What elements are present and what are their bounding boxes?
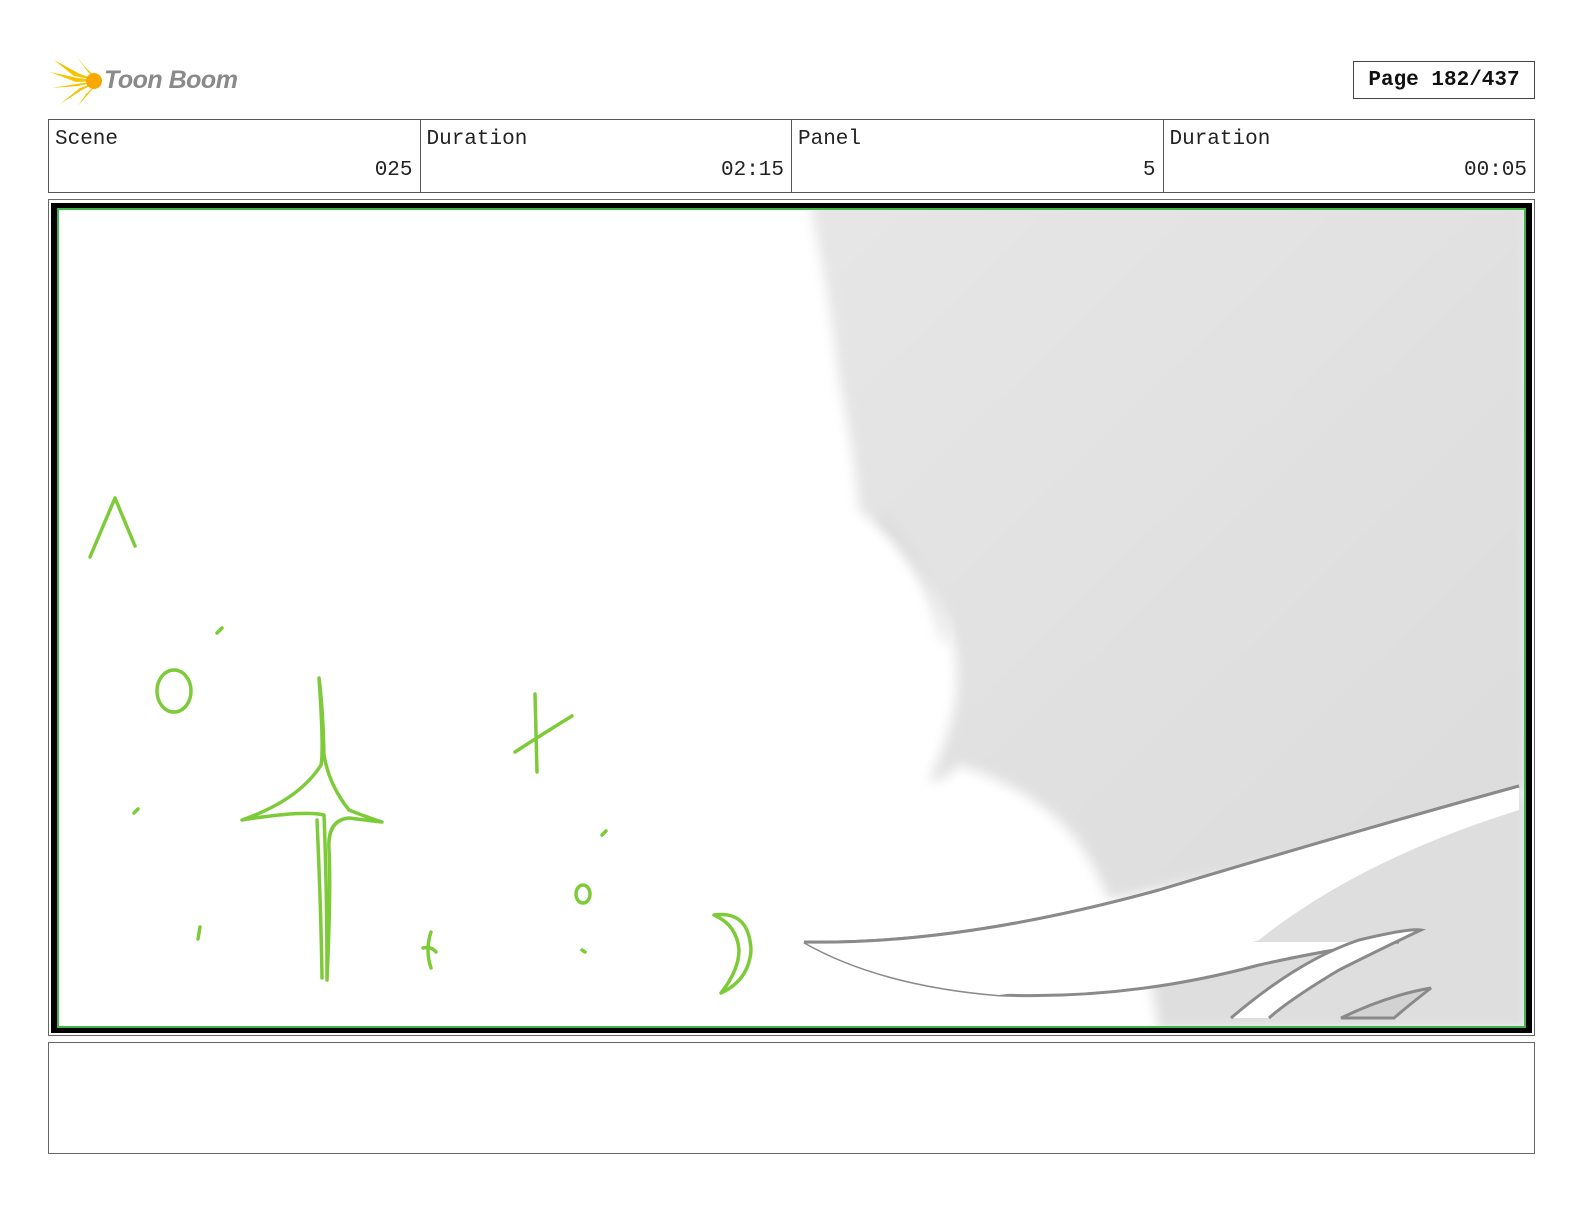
plus-sparkle xyxy=(533,692,539,774)
sparkle-circle xyxy=(155,668,193,714)
sparkle-squiggle xyxy=(421,930,438,970)
panel-duration-cell: Duration 00:05 xyxy=(1164,120,1535,192)
scene-duration-value: 02:15 xyxy=(720,159,784,182)
scene-label: Scene xyxy=(55,128,119,151)
page-number: Page 182/437 xyxy=(1353,61,1535,99)
sparkle-small-circle xyxy=(574,883,592,905)
sparkle-dot xyxy=(580,948,587,954)
big-star-sparkle xyxy=(240,676,384,982)
panel-cell: Panel 5 xyxy=(792,120,1164,192)
sparkle-dash xyxy=(196,925,202,941)
sparkle-dot xyxy=(132,807,140,815)
scene-cell: Scene 025 xyxy=(49,120,421,192)
scene-duration-cell: Duration 02:15 xyxy=(421,120,792,192)
sparkle-x-mark xyxy=(88,496,137,559)
storyboard-panel-image xyxy=(57,208,1526,1028)
panel-label: Panel xyxy=(798,128,862,151)
plus-sparkle xyxy=(513,714,574,754)
panel-value: 5 xyxy=(1142,159,1156,182)
sparkle-dot xyxy=(215,626,224,635)
scene-duration-label: Duration xyxy=(426,128,528,151)
scene-info-table: Scene 025 Duration 02:15 Panel 5 Duratio… xyxy=(48,119,1535,193)
toon-boom-logo: Toon Boom xyxy=(50,54,250,108)
sparkle-dot xyxy=(600,829,608,837)
panel-notes-box xyxy=(48,1042,1535,1154)
starburst-icon xyxy=(50,56,102,106)
logo-text: Toon Boom xyxy=(104,66,238,94)
scene-value: 025 xyxy=(374,159,413,182)
face-shadow xyxy=(811,210,1524,900)
panel-duration-value: 00:05 xyxy=(1463,159,1527,182)
crescent-sparkle xyxy=(712,912,753,995)
big-star-sparkle-inner xyxy=(315,818,324,980)
panel-drawing xyxy=(88,210,1524,1026)
panel-duration-label: Duration xyxy=(1169,128,1271,151)
